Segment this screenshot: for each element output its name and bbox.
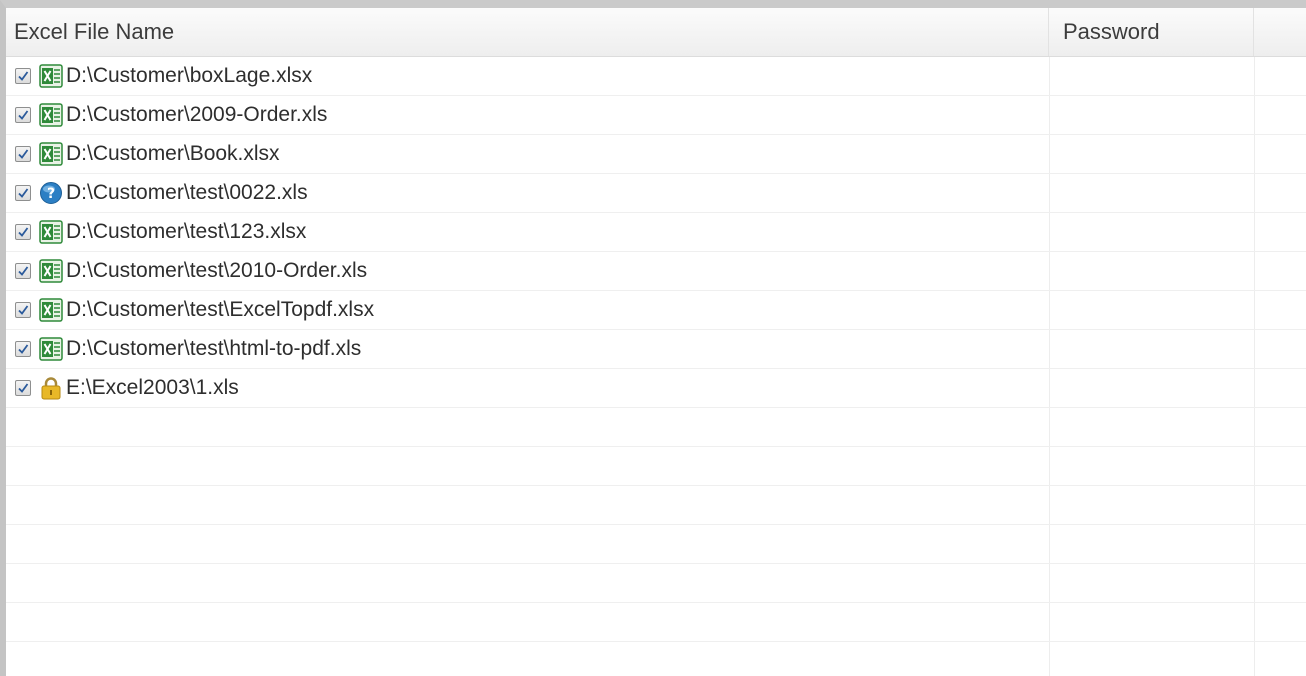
empty-row	[6, 447, 1306, 486]
file-row[interactable]: D:\Customer\test\html-to-pdf.xls	[6, 330, 1306, 369]
file-name-cell: D:\Customer\test\html-to-pdf.xls	[6, 330, 361, 368]
file-path-label: D:\Customer\test\ExcelTopdf.xlsx	[66, 298, 375, 321]
password-cell[interactable]	[1050, 174, 1254, 212]
file-path-label: D:\Customer\test\html-to-pdf.xls	[66, 337, 362, 360]
empty-row	[6, 408, 1306, 447]
excel-file-icon	[39, 220, 63, 244]
file-path-label: D:\Customer\test\123.xlsx	[66, 220, 307, 243]
file-path-label: D:\Customer\test\0022.xls	[66, 181, 308, 204]
row-checkbox[interactable]	[15, 224, 31, 240]
lock-icon	[39, 376, 63, 400]
excel-file-icon	[39, 337, 63, 361]
password-cell[interactable]	[1050, 291, 1254, 329]
file-row[interactable]: D:\Customer\test\123.xlsx	[6, 213, 1306, 252]
excel-file-icon	[39, 64, 63, 88]
file-row[interactable]: D:\Customer\Book.xlsx	[6, 135, 1306, 174]
row-checkbox[interactable]	[15, 68, 31, 84]
row-checkbox[interactable]	[15, 380, 31, 396]
empty-row	[6, 525, 1306, 564]
file-name-cell: D:\Customer\test\123.xlsx	[6, 213, 306, 251]
empty-row	[6, 564, 1306, 603]
column-header-filler	[1254, 8, 1306, 56]
svg-text:?: ?	[47, 186, 55, 202]
file-path-label: D:\Customer\Book.xlsx	[66, 142, 280, 165]
file-row[interactable]: D:\Customer\test\2010-Order.xls	[6, 252, 1306, 291]
password-cell[interactable]	[1050, 330, 1254, 368]
file-path-label: D:\Customer\boxLage.xlsx	[66, 64, 313, 87]
password-cell[interactable]	[1050, 369, 1254, 407]
file-row[interactable]: E:\Excel2003\1.xls	[6, 369, 1306, 408]
file-name-cell: D:\Customer\test\2010-Order.xls	[6, 252, 367, 290]
empty-row	[6, 486, 1306, 525]
password-cell[interactable]	[1050, 213, 1254, 251]
file-path-label: D:\Customer\test\2010-Order.xls	[66, 259, 368, 282]
file-list-body: D:\Customer\boxLage.xlsx D:\Customer\2009…	[6, 57, 1306, 676]
empty-row	[6, 603, 1306, 642]
excel-file-icon	[39, 103, 63, 127]
password-cell[interactable]	[1050, 57, 1254, 95]
row-checkbox[interactable]	[15, 341, 31, 357]
row-checkbox[interactable]	[15, 107, 31, 123]
file-row[interactable]: D:\Customer\2009-Order.xls	[6, 96, 1306, 135]
list-header: Excel File Name Password	[6, 8, 1306, 57]
file-name-cell: D:\Customer\Book.xlsx	[6, 135, 280, 173]
file-name-cell: D:\Customer\boxLage.xlsx	[6, 57, 312, 95]
file-name-cell: D:\Customer\test\ExcelTopdf.xlsx	[6, 291, 374, 329]
file-path-label: D:\Customer\2009-Order.xls	[66, 103, 328, 126]
column-header-file-name[interactable]: Excel File Name	[6, 8, 1049, 56]
file-row[interactable]: D:\Customer\boxLage.xlsx	[6, 57, 1306, 96]
excel-file-icon	[39, 298, 63, 322]
column-header-password[interactable]: Password	[1049, 8, 1254, 56]
excel-file-icon	[39, 142, 63, 166]
file-path-label: E:\Excel2003\1.xls	[66, 376, 239, 399]
password-cell[interactable]	[1050, 135, 1254, 173]
row-checkbox[interactable]	[15, 302, 31, 318]
unknown-file-icon: ?	[39, 181, 63, 205]
excel-file-list-panel: Excel File Name Password D:\Customer\box…	[0, 0, 1306, 676]
file-name-cell: ? D:\Customer\test\0022.xls	[6, 174, 308, 212]
empty-row	[6, 642, 1306, 676]
file-name-cell: E:\Excel2003\1.xls	[6, 369, 239, 407]
password-cell[interactable]	[1050, 96, 1254, 134]
file-row[interactable]: ? D:\Customer\test\0022.xls	[6, 174, 1306, 213]
excel-file-icon	[39, 259, 63, 283]
password-cell[interactable]	[1050, 252, 1254, 290]
row-checkbox[interactable]	[15, 263, 31, 279]
row-checkbox[interactable]	[15, 185, 31, 201]
file-name-cell: D:\Customer\2009-Order.xls	[6, 96, 327, 134]
file-row[interactable]: D:\Customer\test\ExcelTopdf.xlsx	[6, 291, 1306, 330]
row-checkbox[interactable]	[15, 146, 31, 162]
